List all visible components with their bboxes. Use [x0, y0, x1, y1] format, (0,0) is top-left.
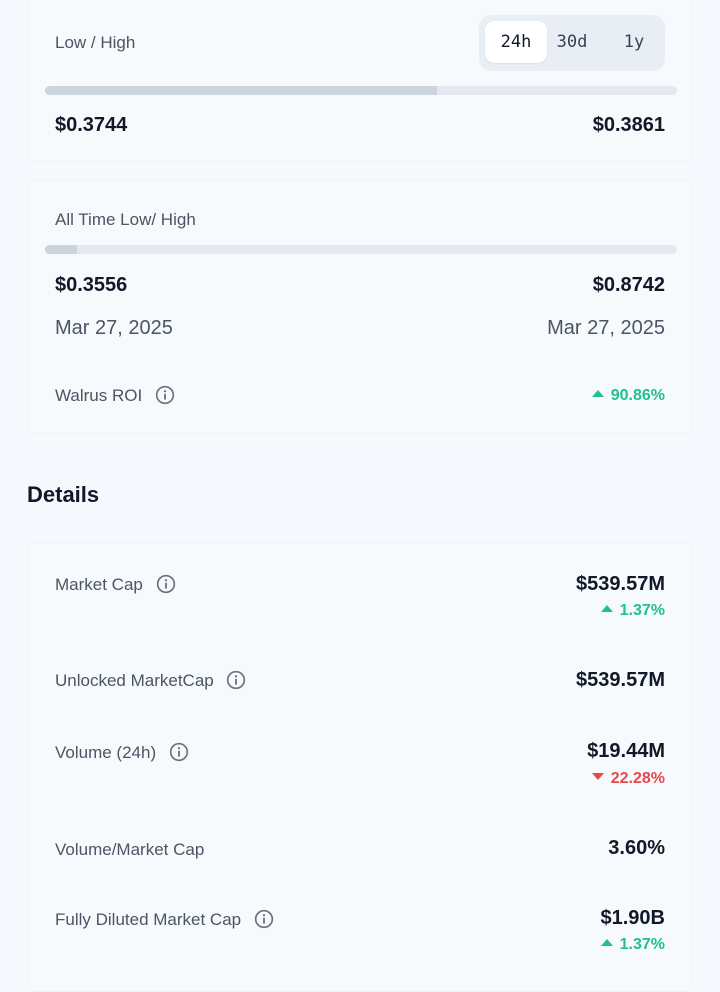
tab-30d[interactable]: 30d: [541, 21, 603, 63]
all-time-high-value: $0.8742: [592, 274, 665, 296]
low-value: $0.3744: [55, 114, 128, 136]
tab-1y[interactable]: 1y: [603, 21, 665, 63]
low-high-range-bar: [45, 86, 677, 95]
fdv-label: Fully Diluted Market Cap: [55, 910, 242, 929]
info-icon[interactable]: [226, 670, 246, 690]
triangle-down-icon: [591, 773, 604, 781]
fdv-label-wrap: Fully Diluted Market Cap: [55, 909, 274, 931]
unlocked-market-cap-label: Unlocked MarketCap: [55, 671, 214, 690]
info-icon[interactable]: [156, 574, 176, 594]
fdv-value: $1.90B: [600, 907, 666, 929]
market-cap-label-wrap: Market Cap: [55, 574, 176, 596]
fdv-change: 1.37%: [600, 936, 665, 954]
low-high-card: Low / High 24h 30d 1y $0.3744 $0.3861: [28, 0, 692, 162]
volume-label-wrap: Volume (24h): [55, 742, 189, 764]
all-time-range-fill: [45, 245, 77, 254]
market-cap-value: $539.57M: [576, 573, 665, 595]
low-high-range-fill: [45, 86, 437, 95]
all-time-low-value: $0.3556: [55, 274, 128, 296]
triangle-up-icon: [591, 390, 604, 398]
all-time-range-bar: [45, 245, 677, 254]
volume-change-value: 22.28%: [610, 770, 665, 787]
all-time-low-date: Mar 27, 2025: [55, 317, 173, 339]
roi-change: 90.86%: [591, 387, 665, 405]
all-time-high-date: Mar 27, 2025: [547, 317, 665, 339]
low-high-label: Low / High: [55, 33, 136, 52]
unlocked-market-cap-value: $539.57M: [576, 669, 665, 691]
details-heading: Details: [27, 482, 100, 507]
roi-label-wrap: Walrus ROI: [55, 385, 175, 407]
fdv-change-value: 1.37%: [619, 936, 665, 953]
volume-change: 22.28%: [591, 770, 665, 788]
info-icon[interactable]: [254, 909, 274, 929]
unlocked-market-cap-label-wrap: Unlocked MarketCap: [55, 670, 246, 692]
triangle-up-icon: [600, 605, 613, 613]
all-time-card: All Time Low/ High $0.3556 $0.8742 Mar 2…: [28, 180, 692, 434]
tab-24h[interactable]: 24h: [485, 21, 547, 63]
info-icon[interactable]: [169, 742, 189, 762]
high-value: $0.3861: [592, 114, 665, 136]
triangle-up-icon: [600, 939, 613, 947]
roi-value: 90.86%: [610, 387, 665, 404]
roi-label: Walrus ROI: [55, 386, 143, 405]
all-time-label: All Time Low/ High: [55, 210, 196, 229]
market-cap-change: 1.37%: [600, 602, 665, 620]
volume-label: Volume (24h): [55, 743, 157, 762]
market-cap-change-value: 1.37%: [619, 602, 665, 619]
volume-value: $19.44M: [587, 740, 665, 762]
range-selector: 24h 30d 1y: [479, 15, 665, 71]
volume-market-cap-label: Volume/Market Cap: [55, 840, 205, 859]
volume-market-cap-value: 3.60%: [608, 837, 665, 859]
info-icon[interactable]: [155, 385, 175, 405]
market-cap-label: Market Cap: [55, 575, 143, 594]
details-card: Market Cap $539.57M 1.37% Unlocked Marke…: [28, 542, 692, 992]
